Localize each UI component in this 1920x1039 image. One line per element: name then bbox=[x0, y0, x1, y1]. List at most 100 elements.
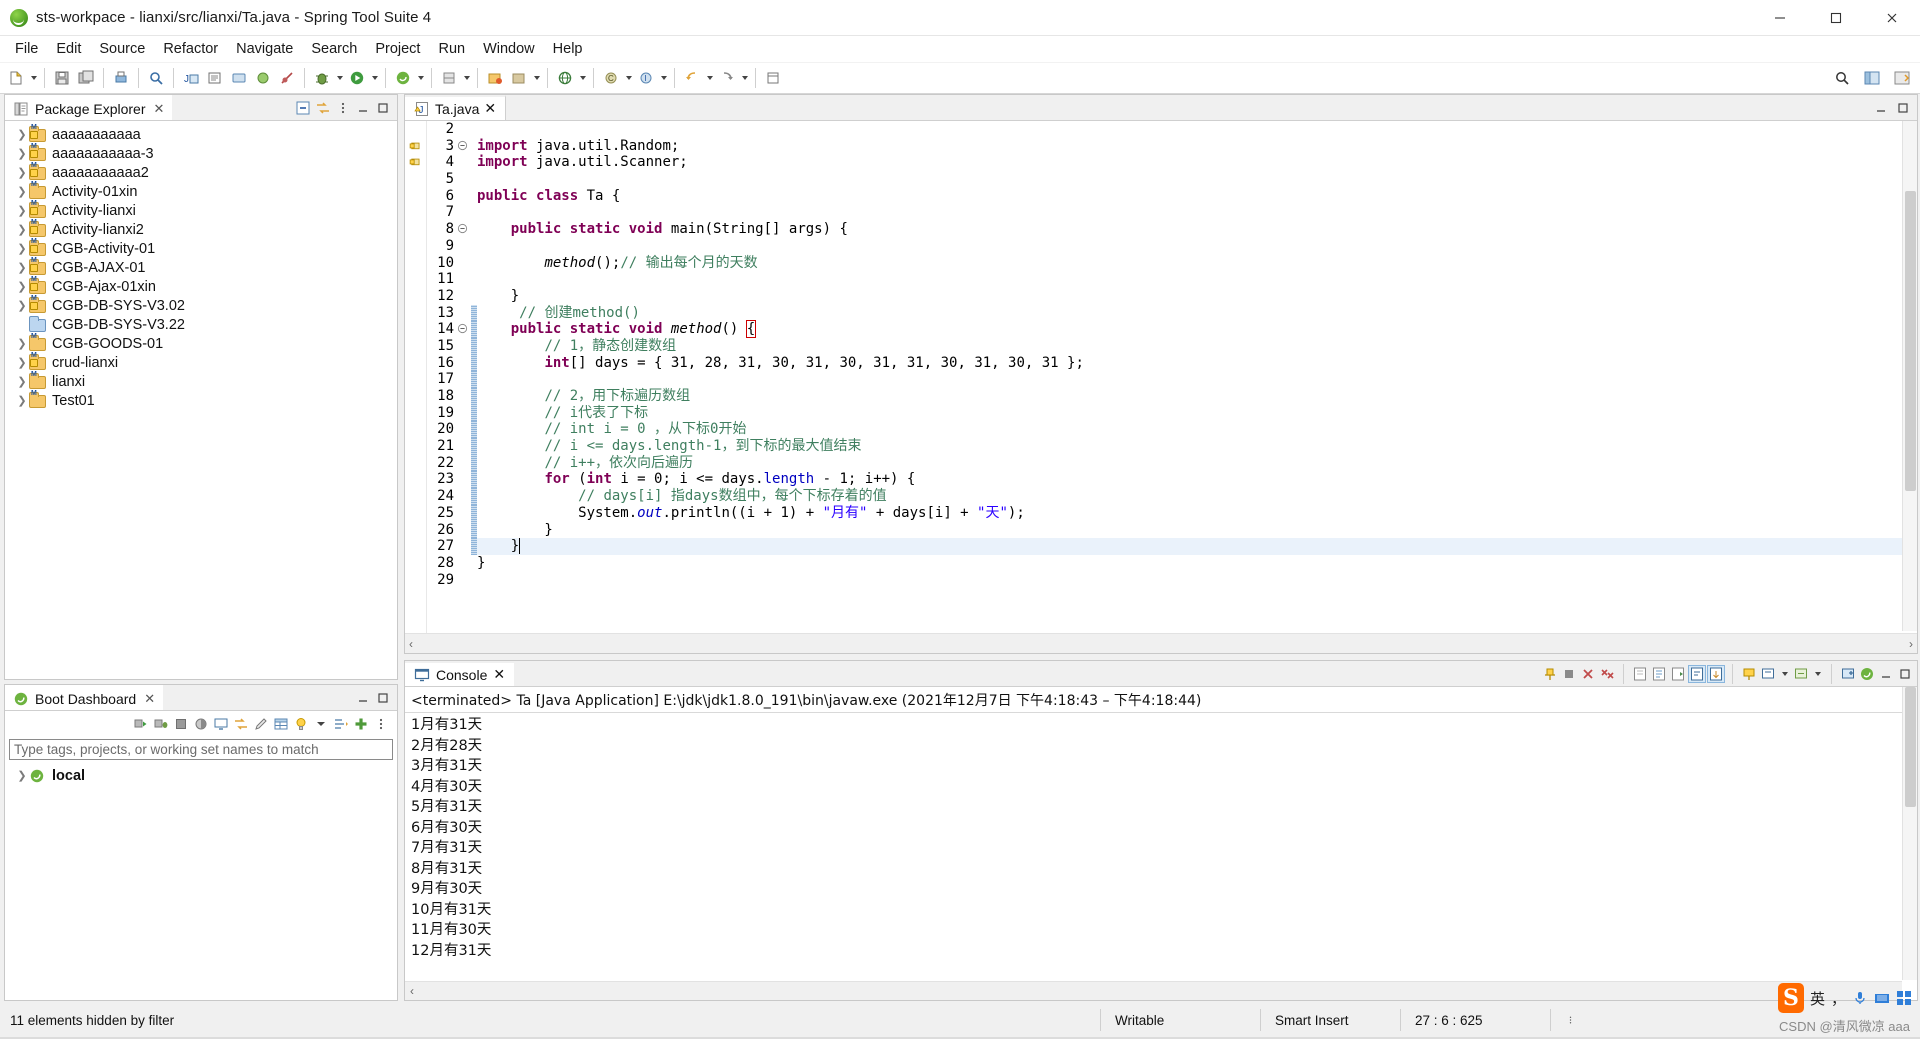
properties-icon[interactable] bbox=[273, 716, 289, 732]
code-line[interactable]: } bbox=[477, 288, 1917, 305]
code-line[interactable]: // 创建method() bbox=[477, 305, 1917, 322]
code-line[interactable]: // days[i] 指days数组中，每个下标存着的值 bbox=[477, 488, 1917, 505]
code-line[interactable]: for (int i = 0; i <= days.length - 1; i+… bbox=[477, 471, 1917, 488]
chevron-right-icon[interactable]: ❯ bbox=[15, 769, 29, 782]
word-wrap-icon[interactable] bbox=[1688, 664, 1706, 683]
edit-icon[interactable] bbox=[253, 716, 269, 732]
chevron-right-icon[interactable]: ❯ bbox=[15, 280, 29, 293]
console-select-caret-icon[interactable] bbox=[1779, 663, 1790, 685]
code-line[interactable]: public class Ta { bbox=[477, 188, 1917, 205]
code-line[interactable] bbox=[477, 371, 1917, 388]
editor-horizontal-scrollbar[interactable]: ‹ › bbox=[405, 633, 1917, 653]
menu-refactor[interactable]: Refactor bbox=[154, 38, 227, 60]
tree-item-project[interactable]: ❯ Maaaaaaaaaaa-3 bbox=[5, 143, 397, 163]
restart-icon[interactable] bbox=[193, 716, 209, 732]
code-line[interactable] bbox=[477, 121, 1917, 138]
collapse-all-icon[interactable] bbox=[295, 100, 311, 116]
minimize-button[interactable] bbox=[1752, 0, 1808, 36]
comma-icon[interactable]: ， bbox=[1831, 988, 1846, 1009]
skip-breakpoints-icon[interactable] bbox=[276, 67, 298, 89]
chevron-right-icon[interactable]: ❯ bbox=[15, 375, 29, 388]
remove-launch-icon[interactable] bbox=[1580, 666, 1596, 682]
pin-icon[interactable] bbox=[1741, 666, 1757, 682]
new-wizard-icon[interactable] bbox=[5, 67, 27, 89]
back-caret-icon[interactable] bbox=[704, 67, 715, 89]
folding-ruler[interactable] bbox=[457, 121, 471, 653]
chevron-right-icon[interactable]: ❯ bbox=[15, 128, 29, 141]
boot-dashboard-tree[interactable]: ❯ local bbox=[5, 760, 397, 785]
code-line[interactable]: // i <= days.length-1，到下标的最大值结束 bbox=[477, 438, 1917, 455]
scrollbar-thumb[interactable] bbox=[1905, 687, 1916, 807]
menu-file[interactable]: File bbox=[6, 38, 47, 60]
tab-console[interactable]: Console ✕ bbox=[405, 661, 515, 686]
toolbox-icon[interactable] bbox=[1896, 990, 1912, 1006]
chevron-right-icon[interactable]: ❯ bbox=[15, 242, 29, 255]
new-interface-caret-icon[interactable] bbox=[658, 67, 669, 89]
link-with-editor-icon[interactable] bbox=[315, 100, 331, 116]
menu-run[interactable]: Run bbox=[429, 38, 474, 60]
coverage-icon[interactable] bbox=[438, 67, 460, 89]
scrollbar-thumb[interactable] bbox=[1905, 191, 1916, 491]
code-line[interactable]: } bbox=[477, 522, 1917, 539]
open-resource-icon[interactable] bbox=[204, 67, 226, 89]
tree-item-project[interactable]: ❯ Maaaaaaaaaaa2 bbox=[5, 162, 397, 182]
close-icon[interactable]: ✕ bbox=[154, 101, 165, 117]
tab-boot-dashboard[interactable]: Boot Dashboard ✕ bbox=[5, 685, 164, 710]
open-type-icon[interactable]: J bbox=[180, 67, 202, 89]
code-line[interactable]: } bbox=[477, 555, 1917, 572]
annotation-ruler[interactable] bbox=[405, 121, 427, 653]
code-line[interactable] bbox=[477, 204, 1917, 221]
java-perspective-icon[interactable] bbox=[1861, 67, 1883, 89]
ime-language-label[interactable]: 英 bbox=[1810, 988, 1825, 1009]
fold-collapse-icon[interactable] bbox=[457, 138, 471, 155]
view-menu-icon[interactable] bbox=[373, 716, 389, 732]
menu-source[interactable]: Source bbox=[90, 38, 154, 60]
new-interface-icon[interactable]: I bbox=[635, 67, 657, 89]
start-icon[interactable] bbox=[133, 716, 149, 732]
status-more-icon[interactable] bbox=[1550, 1009, 1590, 1031]
tree-item-project[interactable]: ❯ Maaaaaaaaaaa bbox=[5, 124, 397, 144]
menu-navigate[interactable]: Navigate bbox=[227, 38, 302, 60]
editor-vertical-scrollbar[interactable] bbox=[1902, 121, 1917, 631]
keyboard-icon[interactable] bbox=[1874, 990, 1890, 1006]
minimize-view-icon[interactable] bbox=[355, 100, 371, 116]
code-line[interactable] bbox=[477, 171, 1917, 188]
globe-caret-icon[interactable] bbox=[577, 67, 588, 89]
code-line[interactable]: System.out.println((i + 1) + "月有" + days… bbox=[477, 505, 1917, 522]
new-wizard-caret-icon[interactable] bbox=[28, 67, 39, 89]
back-icon[interactable] bbox=[681, 67, 703, 89]
pin-editor-icon[interactable] bbox=[762, 67, 784, 89]
package-explorer-tree[interactable]: ❯ Maaaaaaaaaaa ❯ Maaaaaaaaaaa-3 ❯ Maaaaaaaaaa… bbox=[5, 121, 397, 410]
tree-item-project[interactable]: ❯ Mlianxi bbox=[5, 371, 397, 391]
tree-item-project[interactable]: ❯ M CGB-Ajax-01xin bbox=[5, 276, 397, 296]
tree-item-project[interactable]: ❯ M Test01 bbox=[5, 390, 397, 410]
new-package-icon[interactable] bbox=[508, 67, 530, 89]
remove-all-terminated-icon[interactable] bbox=[1599, 666, 1615, 682]
tree-item-project[interactable]: ❯ Mcrud-lianxi bbox=[5, 352, 397, 372]
minimize-console-icon[interactable] bbox=[1878, 666, 1894, 682]
boot-caret-icon[interactable] bbox=[415, 67, 426, 89]
debug-start-icon[interactable] bbox=[153, 716, 169, 732]
tree-item-project[interactable]: ❯ M CGB-AJAX-01 bbox=[5, 257, 397, 277]
tab-ta-java[interactable]: J Ta.java ✕ bbox=[405, 95, 507, 120]
code-line[interactable]: }​ bbox=[477, 538, 1917, 555]
chevron-right-icon[interactable]: ❯ bbox=[15, 356, 29, 369]
maximize-view-icon[interactable] bbox=[375, 690, 391, 706]
code-line[interactable] bbox=[477, 271, 1917, 288]
lightbulb-icon[interactable] bbox=[293, 716, 309, 732]
code-line[interactable]: // i代表了下标 bbox=[477, 405, 1917, 422]
chevron-down-icon[interactable] bbox=[313, 716, 329, 732]
menu-project[interactable]: Project bbox=[366, 38, 429, 60]
code-line[interactable]: import java.util.Scanner; bbox=[477, 154, 1917, 171]
chevron-right-icon[interactable]: ❯ bbox=[15, 204, 29, 217]
scroll-left-icon[interactable]: ‹ bbox=[409, 637, 413, 651]
menu-edit[interactable]: Edit bbox=[47, 38, 90, 60]
code-line[interactable] bbox=[477, 572, 1917, 589]
tree-item-project[interactable]: ❯ M CGB-GOODS-01 bbox=[5, 333, 397, 353]
chevron-right-icon[interactable]: ❯ bbox=[15, 299, 29, 312]
run-as-boot-icon[interactable] bbox=[392, 67, 414, 89]
forward-caret-icon[interactable] bbox=[739, 67, 750, 89]
chevron-right-icon[interactable]: ❯ bbox=[15, 223, 29, 236]
maximize-button[interactable] bbox=[1808, 0, 1864, 36]
code-line[interactable]: // int i = 0 ，从下标0开始 bbox=[477, 421, 1917, 438]
